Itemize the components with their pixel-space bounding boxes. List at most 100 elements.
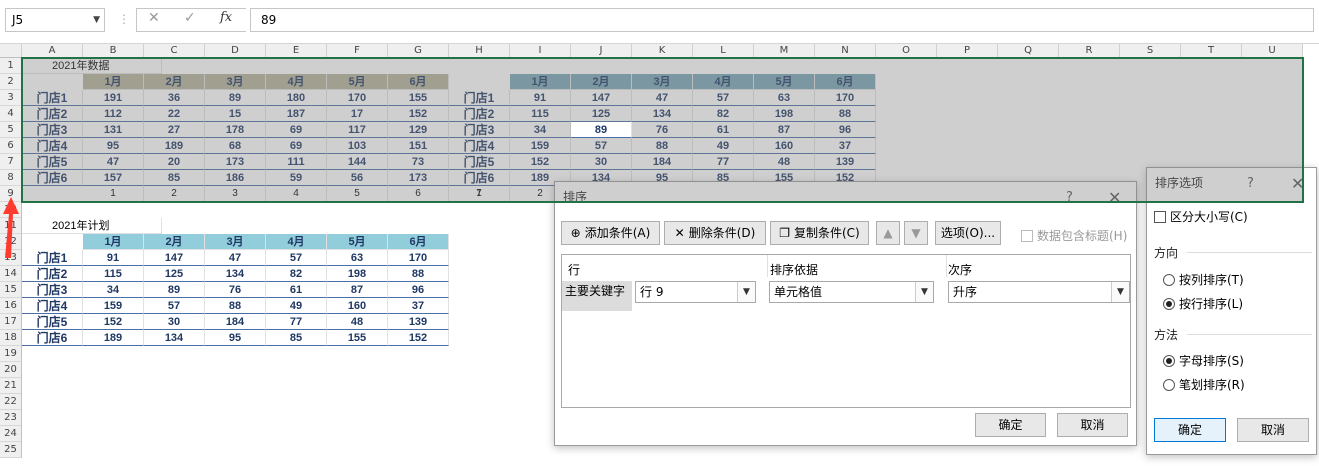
value-cell[interactable]: 112	[83, 106, 144, 122]
seq-cell[interactable]: 2	[144, 186, 205, 202]
close-icon[interactable]: ✕	[1108, 188, 1121, 207]
value-cell[interactable]: 191	[83, 90, 144, 106]
by-column-radio[interactable]: 按列排序(T)	[1163, 273, 1244, 287]
chevron-down-icon[interactable]: ▼	[1111, 282, 1129, 302]
value-cell[interactable]: 30	[144, 314, 205, 330]
value-cell[interactable]: 117	[327, 122, 388, 138]
value-cell[interactable]: 198	[327, 266, 388, 282]
column-header[interactable]: R	[1059, 44, 1120, 58]
value-cell[interactable]: 49	[266, 298, 327, 314]
value-cell[interactable]: 155	[327, 330, 388, 346]
chevron-down-icon[interactable]: ▼	[737, 282, 755, 302]
value-cell[interactable]: 27	[144, 122, 205, 138]
value-cell[interactable]: 134	[205, 266, 266, 282]
row-header[interactable]: 7	[0, 154, 22, 170]
value-cell[interactable]: 88	[205, 298, 266, 314]
formula-input[interactable]: 89	[250, 8, 1314, 32]
column-header[interactable]: O	[876, 44, 937, 58]
chevron-down-icon[interactable]: ▼	[93, 9, 100, 31]
value-cell[interactable]: 22	[144, 106, 205, 122]
value-cell[interactable]: 49	[693, 138, 754, 154]
row-header[interactable]: 18	[0, 330, 22, 346]
value-cell[interactable]: 87	[754, 122, 815, 138]
month-header[interactable]: 3月	[205, 234, 266, 250]
value-cell[interactable]: 20	[144, 154, 205, 170]
row-header[interactable]: 3	[0, 90, 22, 106]
value-cell[interactable]: 95	[205, 330, 266, 346]
value-cell[interactable]: 160	[754, 138, 815, 154]
order-combo[interactable]: 升序 ▼	[948, 281, 1130, 303]
month-header[interactable]: 5月	[327, 234, 388, 250]
store-label[interactable]: 门店1	[22, 90, 83, 106]
value-cell[interactable]: 57	[266, 250, 327, 266]
value-cell[interactable]: 155	[388, 90, 449, 106]
row-header[interactable]: 14	[0, 266, 22, 282]
value-cell[interactable]: 151	[388, 138, 449, 154]
stroke-radio[interactable]: 笔划排序(R)	[1163, 378, 1245, 392]
value-cell[interactable]: 91	[83, 250, 144, 266]
row-header[interactable]: 5	[0, 122, 22, 138]
month-header[interactable]: 1月	[83, 234, 144, 250]
add-condition-button[interactable]: ⊕ 添加条件(A)	[561, 221, 660, 245]
row-header[interactable]: 16	[0, 298, 22, 314]
case-sensitive-checkbox[interactable]: 区分大小写(C)	[1154, 208, 1248, 225]
store-label[interactable]: 门店2	[22, 266, 83, 282]
value-cell[interactable]: 85	[144, 170, 205, 186]
column-header[interactable]: H	[449, 44, 510, 58]
column-header[interactable]: J	[571, 44, 632, 58]
column-header[interactable]: P	[937, 44, 998, 58]
row-header[interactable]: 19	[0, 346, 22, 362]
move-down-button[interactable]: ▼	[904, 221, 928, 245]
has-header-checkbox[interactable]: 数据包含标题(H)	[1021, 227, 1127, 244]
value-cell[interactable]: 170	[815, 90, 876, 106]
store-label[interactable]: 门店6	[449, 170, 510, 186]
seq-cell[interactable]: 3	[205, 186, 266, 202]
value-cell[interactable]: 189	[83, 330, 144, 346]
month-header[interactable]: 3月	[205, 74, 266, 90]
value-cell[interactable]: 152	[83, 314, 144, 330]
value-cell[interactable]: 34	[510, 122, 571, 138]
value-cell[interactable]: 85	[266, 330, 327, 346]
store-label[interactable]: 门店5	[22, 314, 83, 330]
row-header[interactable]: 23	[0, 410, 22, 426]
value-cell[interactable]: 160	[327, 298, 388, 314]
store-label[interactable]: 门店5	[449, 154, 510, 170]
seq-cell[interactable]: 1	[83, 186, 144, 202]
alphabetic-radio[interactable]: 字母排序(S)	[1163, 354, 1244, 368]
seq-cell[interactable]: 1	[449, 186, 510, 202]
value-cell[interactable]: 134	[144, 330, 205, 346]
column-header[interactable]: I	[510, 44, 571, 58]
month-header[interactable]: 6月	[388, 74, 449, 90]
value-cell[interactable]: 61	[266, 282, 327, 298]
row-header[interactable]: 24	[0, 426, 22, 442]
store-label[interactable]: 门店4	[449, 138, 510, 154]
active-cell[interactable]: 89	[571, 122, 632, 138]
value-cell[interactable]: 89	[205, 90, 266, 106]
value-cell[interactable]: 59	[266, 170, 327, 186]
value-cell[interactable]: 147	[571, 90, 632, 106]
value-cell[interactable]: 73	[388, 154, 449, 170]
value-cell[interactable]: 180	[266, 90, 327, 106]
month-header[interactable]: 5月	[327, 74, 388, 90]
value-cell[interactable]: 198	[754, 106, 815, 122]
cancel-icon[interactable]: ✕	[148, 10, 160, 26]
value-cell[interactable]: 103	[327, 138, 388, 154]
value-cell[interactable]: 82	[266, 266, 327, 282]
value-cell[interactable]: 57	[144, 298, 205, 314]
value-cell[interactable]: 37	[815, 138, 876, 154]
value-cell[interactable]: 184	[205, 314, 266, 330]
column-header[interactable]: C	[144, 44, 205, 58]
column-header[interactable]: A	[22, 44, 83, 58]
month-header[interactable]: 6月	[388, 234, 449, 250]
value-cell[interactable]: 170	[388, 250, 449, 266]
help-icon[interactable]: ?	[1247, 176, 1254, 191]
move-up-button[interactable]: ▲	[876, 221, 900, 245]
value-cell[interactable]: 157	[83, 170, 144, 186]
value-cell[interactable]: 139	[388, 314, 449, 330]
month-header[interactable]: 4月	[266, 234, 327, 250]
store-label[interactable]: 门店2	[449, 106, 510, 122]
value-cell[interactable]: 147	[144, 250, 205, 266]
seq-cell[interactable]: 4	[266, 186, 327, 202]
month-header[interactable]: 5月	[754, 74, 815, 90]
value-cell[interactable]: 69	[266, 122, 327, 138]
